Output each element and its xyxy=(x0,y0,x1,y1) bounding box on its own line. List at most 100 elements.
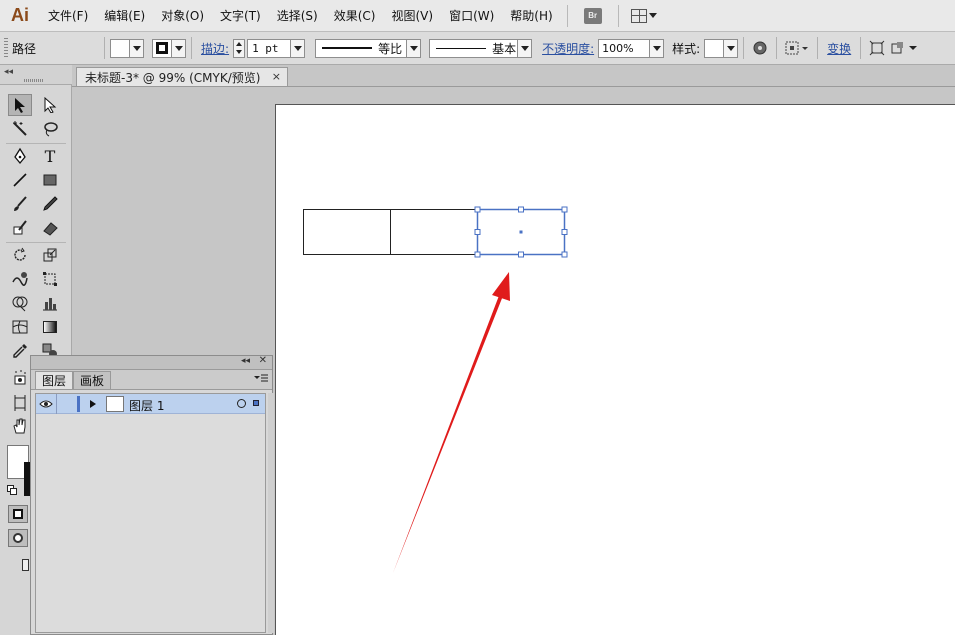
toolbox-header[interactable]: ◂◂ xyxy=(0,65,72,85)
rectangle-shape[interactable] xyxy=(390,209,478,255)
profile-line-icon xyxy=(322,47,373,49)
hand-tool-icon[interactable] xyxy=(8,415,32,437)
workspace-layout-button[interactable] xyxy=(630,8,657,23)
menu-effect[interactable]: 效果(C) xyxy=(326,0,384,32)
separator xyxy=(817,37,819,59)
magic-wand-tool-icon[interactable] xyxy=(8,118,32,140)
stroke-swatch-icon xyxy=(153,40,171,57)
panel-menu-icon[interactable] xyxy=(254,373,268,387)
menu-window[interactable]: 窗口(W) xyxy=(441,0,502,32)
stroke-weight-stepper[interactable] xyxy=(233,38,246,58)
opacity-value: 100% xyxy=(602,41,634,55)
layer-name: 图层 1 xyxy=(129,399,165,413)
separator xyxy=(860,37,862,59)
fill-swatch xyxy=(111,39,130,57)
rotate-tool-icon[interactable] xyxy=(8,244,32,266)
layers-list: 图层 1 xyxy=(35,393,266,633)
collapse-icon[interactable]: ◂◂ xyxy=(241,356,250,366)
menu-bar: Ai 文件(F) 编辑(E) 对象(O) 文字(T) 选择(S) 效果(C) 视… xyxy=(0,0,955,32)
scale-tool-icon[interactable] xyxy=(38,244,62,266)
chevron-down-icon xyxy=(171,39,186,57)
scrollbar[interactable] xyxy=(268,393,274,633)
separator xyxy=(776,37,778,59)
tab-artboards[interactable]: 画板 xyxy=(73,371,112,389)
transform-panel-link[interactable]: 变换 xyxy=(827,40,851,57)
center-point xyxy=(519,230,523,234)
expand-triangle-icon[interactable] xyxy=(90,400,96,408)
menu-file[interactable]: 文件(F) xyxy=(40,0,96,32)
brush-definition-dropdown[interactable]: 基本 xyxy=(429,38,533,58)
layer-color-indicator xyxy=(77,396,80,412)
selection-type-label: 路径 xyxy=(12,41,37,56)
stroke-weight-value: 1 pt xyxy=(252,41,279,55)
color-mode-icon[interactable] xyxy=(8,505,28,523)
close-icon[interactable]: ✕ xyxy=(259,355,267,366)
artboard-tool-icon[interactable] xyxy=(8,392,32,414)
eraser-tool-icon[interactable] xyxy=(38,217,62,239)
panel-header[interactable]: ◂◂ ✕ xyxy=(31,355,272,370)
menu-select[interactable]: 选择(S) xyxy=(269,0,326,32)
screen-mode-icon[interactable] xyxy=(22,559,29,571)
chevron-down-icon xyxy=(290,39,305,57)
panel-tabs: 图层 画板 xyxy=(31,370,272,390)
brush-line-icon xyxy=(436,47,487,49)
default-colors-icon[interactable] xyxy=(7,485,17,495)
lasso-tool-icon[interactable] xyxy=(38,118,62,140)
chevron-down-icon xyxy=(517,39,532,57)
menu-object[interactable]: 对象(O) xyxy=(153,0,212,32)
align-options-icon[interactable] xyxy=(782,38,812,58)
bridge-button[interactable]: Br xyxy=(583,7,602,24)
target-icon[interactable] xyxy=(237,399,246,408)
symbol-sprayer-tool-icon[interactable] xyxy=(8,366,32,388)
tab-layers[interactable]: 图层 xyxy=(35,371,74,389)
rectangle-tool-icon[interactable] xyxy=(38,169,62,191)
type-tool-icon[interactable]: T xyxy=(38,145,62,167)
menu-separator xyxy=(566,4,568,27)
graphic-style-dropdown[interactable] xyxy=(704,38,739,58)
pen-tool-icon[interactable] xyxy=(8,145,32,167)
red-arrow-annotation xyxy=(393,272,510,573)
layout-grid-icon xyxy=(630,8,647,23)
panel-options-icon[interactable] xyxy=(888,38,922,58)
eye-icon[interactable] xyxy=(38,396,54,411)
separator xyxy=(191,37,193,59)
free-transform-tool-icon[interactable] xyxy=(38,268,62,290)
menu-edit[interactable]: 编辑(E) xyxy=(96,0,153,32)
blob-brush-tool-icon[interactable] xyxy=(8,217,32,239)
separator xyxy=(104,37,106,59)
mesh-tool-icon[interactable] xyxy=(8,316,32,338)
layer-row[interactable]: 图层 1 xyxy=(36,394,265,414)
paintbrush-tool-icon[interactable] xyxy=(8,193,32,215)
stroke-weight-dropdown[interactable]: 1 pt xyxy=(247,38,306,58)
selection-tool-icon[interactable] xyxy=(8,94,32,116)
layers-panel: ◂◂ ✕ 图层 画板 图层 1 xyxy=(30,355,274,635)
menu-type[interactable]: 文字(T) xyxy=(212,0,269,32)
selection-indicator-icon[interactable] xyxy=(253,400,259,406)
pencil-tool-icon[interactable] xyxy=(38,193,62,215)
rectangle-shape[interactable] xyxy=(303,209,391,255)
gradient-tool-icon[interactable] xyxy=(38,316,62,338)
grip-icon[interactable] xyxy=(24,79,44,82)
direct-selection-tool-icon[interactable] xyxy=(38,94,62,116)
menu-view[interactable]: 视图(V) xyxy=(383,0,441,32)
chevron-down-icon xyxy=(129,39,144,57)
line-segment-tool-icon[interactable] xyxy=(8,169,32,191)
chevron-down-icon xyxy=(723,39,738,57)
graph-tool-icon[interactable] xyxy=(38,292,62,314)
menu-help[interactable]: 帮助(H) xyxy=(502,0,560,32)
warp-tool-icon[interactable] xyxy=(8,268,32,290)
variable-width-profile-dropdown[interactable]: 等比 xyxy=(315,38,422,58)
opacity-panel-link[interactable]: 不透明度: xyxy=(542,40,594,57)
menu-separator xyxy=(617,4,619,27)
stroke-color-dropdown[interactable] xyxy=(152,38,187,58)
collapse-icon[interactable]: ◂◂ xyxy=(4,67,13,77)
shape-builder-tool-icon[interactable] xyxy=(8,292,32,314)
isolate-object-icon[interactable] xyxy=(866,38,888,58)
fill-color-dropdown[interactable] xyxy=(110,38,145,58)
grip-icon[interactable] xyxy=(4,38,8,58)
eyedropper-tool-icon[interactable] xyxy=(8,340,32,362)
stroke-panel-link[interactable]: 描边: xyxy=(201,40,229,57)
opacity-dropdown[interactable]: 100% xyxy=(598,38,665,58)
draw-mode-icon[interactable] xyxy=(8,529,28,547)
recolor-artwork-icon[interactable] xyxy=(749,38,771,58)
